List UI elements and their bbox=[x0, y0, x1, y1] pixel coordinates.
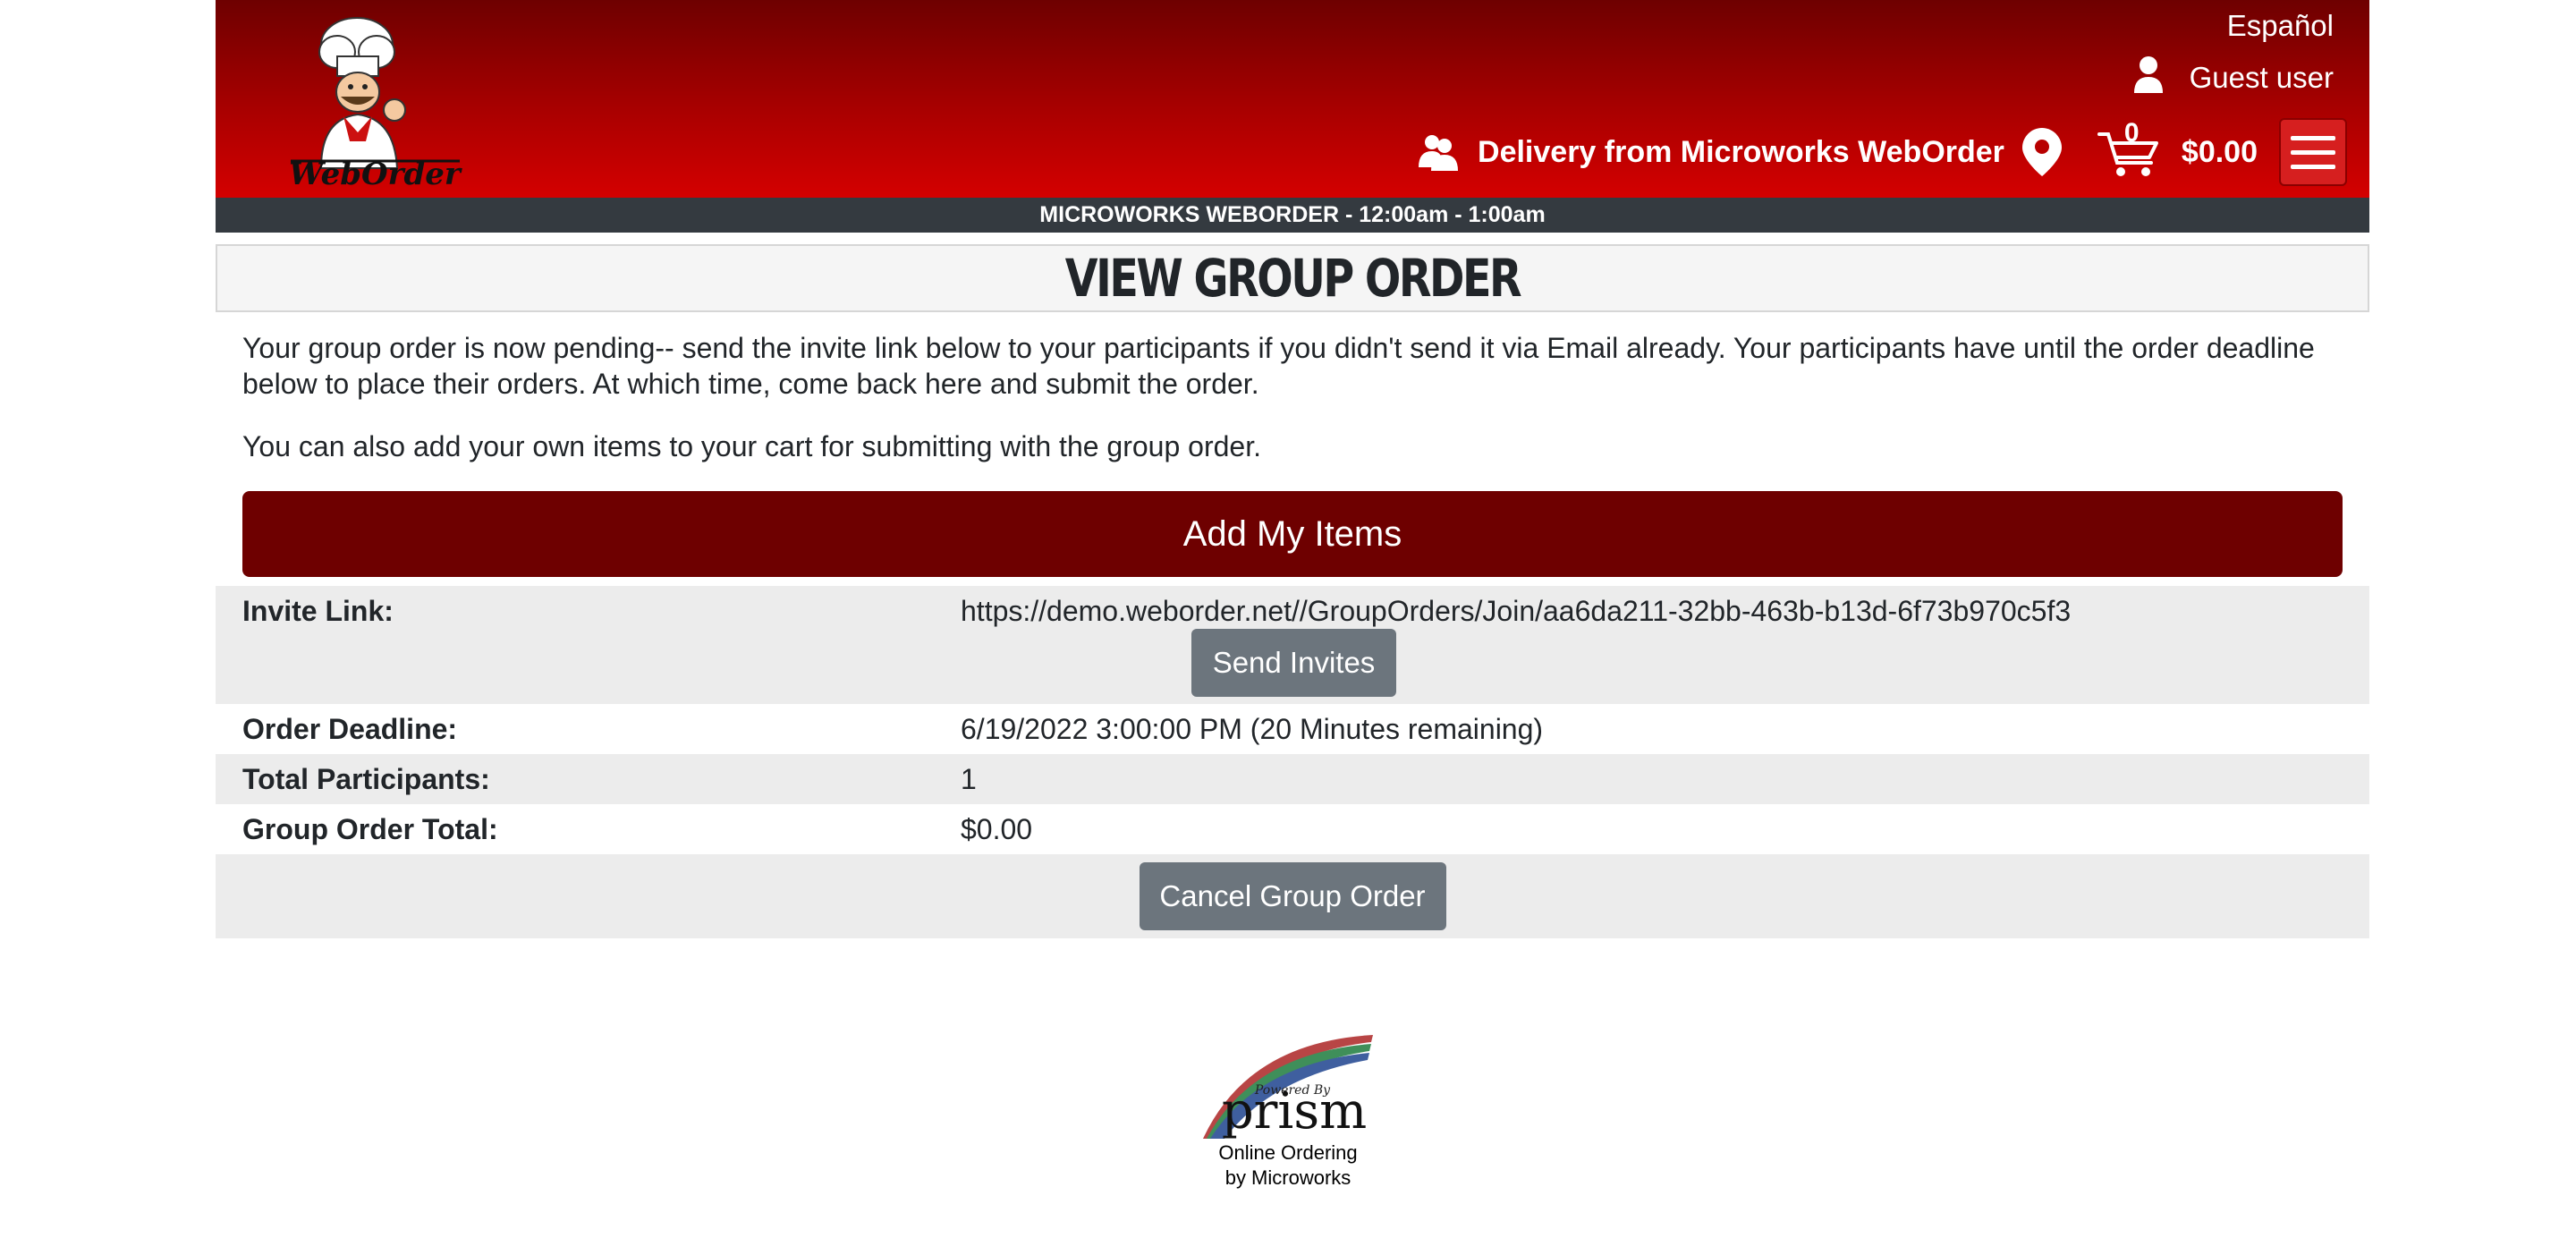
user-label: Guest user bbox=[2189, 61, 2334, 94]
group-icon bbox=[1419, 135, 1459, 171]
invite-label: Invite Link: bbox=[242, 595, 394, 627]
svg-text:prism: prism bbox=[1222, 1082, 1367, 1140]
group-total-row: Group Order Total: $0.00 bbox=[216, 804, 2369, 854]
deadline-row: Order Deadline: 6/19/2022 3:00:00 PM (20… bbox=[216, 704, 2369, 754]
intro-paragraph-2: You can also add your own items to your … bbox=[242, 430, 1261, 462]
delivery-selector[interactable]: Delivery from Microworks WebOrder bbox=[1419, 133, 2004, 171]
cart-total: $0.00 bbox=[2181, 134, 2258, 169]
user-icon bbox=[2132, 55, 2165, 100]
deadline-value: 6/19/2022 3:00:00 PM (20 Minutes remaini… bbox=[961, 713, 1544, 745]
prism-logo[interactable]: Powered By prism bbox=[1194, 1033, 1382, 1140]
send-invites-button[interactable]: Send Invites bbox=[1191, 629, 1396, 697]
intro-text: Your group order is now pending-- send t… bbox=[216, 330, 2369, 464]
participants-label: Total Participants: bbox=[242, 763, 490, 795]
group-total-label: Group Order Total: bbox=[242, 813, 498, 845]
participants-row: Total Participants: 1 bbox=[216, 754, 2369, 804]
hamburger-icon bbox=[2291, 136, 2335, 169]
add-my-items-button[interactable]: Add My Items bbox=[242, 491, 2343, 577]
cart-button[interactable]: 0 bbox=[2097, 118, 2160, 179]
group-total-value: $0.00 bbox=[961, 813, 1033, 845]
menu-button[interactable] bbox=[2279, 118, 2347, 186]
invite-link[interactable]: https://demo.weborder.net//GroupOrders/J… bbox=[961, 586, 2071, 704]
cart-count: 0 bbox=[2123, 118, 2140, 148]
footer-line-1: Online Ordering bbox=[1218, 1141, 1358, 1164]
intro-paragraph-1: Your group order is now pending-- send t… bbox=[242, 332, 2315, 400]
language-link[interactable]: Español bbox=[2227, 9, 2334, 43]
deadline-label: Order Deadline: bbox=[242, 713, 458, 745]
page-title: VIEW GROUP ORDER bbox=[1064, 248, 1522, 309]
footer-line-2: by Microworks bbox=[1224, 1166, 1352, 1189]
delivery-text: Delivery from Microworks WebOrder bbox=[1478, 134, 2004, 169]
page-title-box: VIEW GROUP ORDER bbox=[216, 244, 2369, 312]
header-nav: Delivery from Microworks WebOrder 0 $0.0… bbox=[1419, 116, 2347, 188]
group-order-details: Invite Link: https://demo.weborder.net//… bbox=[216, 586, 2369, 938]
cancel-row: Cancel Group Order bbox=[216, 854, 2369, 938]
site-header: WebOrder Español Guest user Delivery fro… bbox=[216, 0, 2369, 198]
cancel-group-order-button[interactable]: Cancel Group Order bbox=[1139, 862, 1446, 930]
invite-row: Invite Link: https://demo.weborder.net//… bbox=[216, 586, 2369, 704]
footer: Powered By prism Online Ordering by Micr… bbox=[0, 1033, 2576, 1191]
page-container: WebOrder Español Guest user Delivery fro… bbox=[216, 0, 2369, 938]
location-pin-icon[interactable] bbox=[2021, 128, 2062, 176]
user-account[interactable]: Guest user bbox=[2132, 55, 2334, 100]
weborder-logo[interactable]: WebOrder bbox=[285, 7, 464, 192]
store-hours-bar: MICROWORKS WEBORDER - 12:00am - 1:00am bbox=[216, 198, 2369, 233]
participants-value: 1 bbox=[961, 763, 977, 795]
